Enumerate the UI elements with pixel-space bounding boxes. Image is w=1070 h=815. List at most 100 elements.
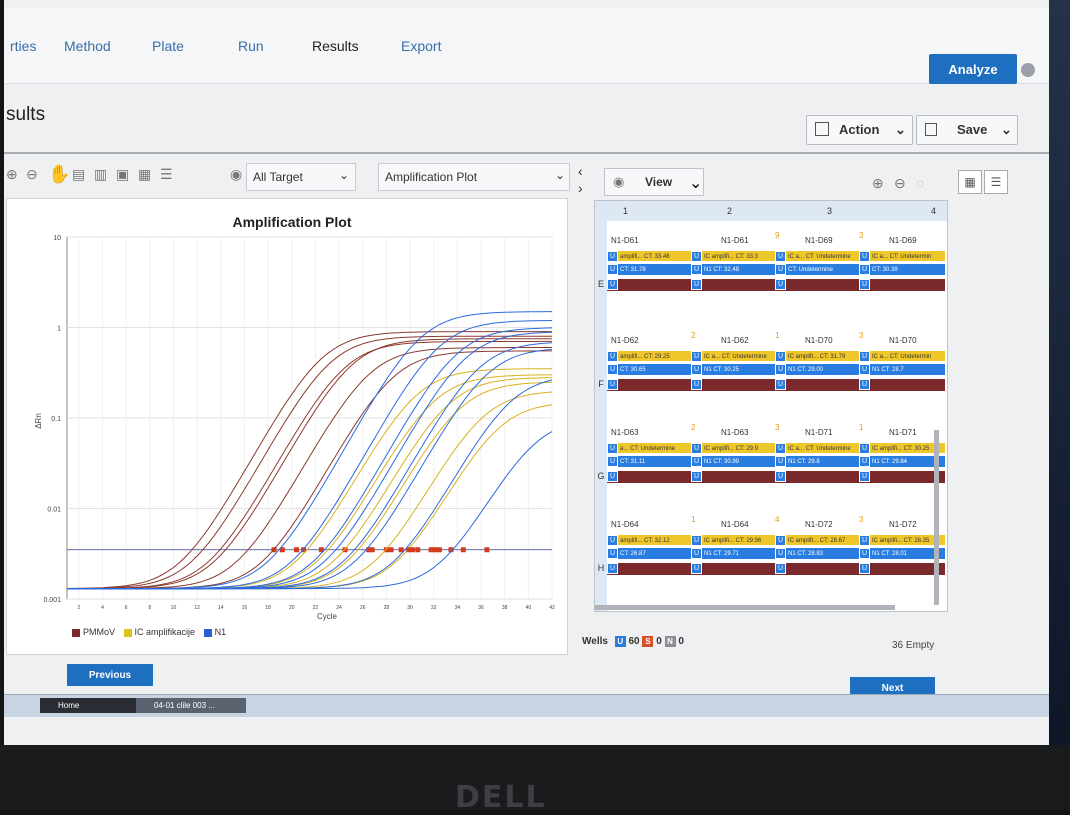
plate-well[interactable]: 1 N1-D70 U IC amplifi... CT: 31.79 U N1 CT: 2…	[775, 331, 865, 427]
tab-results[interactable]: Results	[312, 38, 359, 54]
x-tick-label: 18	[265, 605, 271, 611]
well-pmmov-result: U	[775, 563, 861, 575]
plate-well[interactable]: 1 N1-D64 U IC amplifi... CT: 29.96 U N1 CT: 2…	[691, 515, 781, 611]
settings-icon[interactable]	[1021, 63, 1035, 77]
n-badge: N	[664, 636, 676, 647]
well-sample-name: N1-D63	[721, 428, 749, 437]
plate-well[interactable]: 9 N1-D69 U IC a... CT: Undetermine U CT: Unde…	[775, 231, 865, 327]
plate-well[interactable]: 3 N1-D71 U IC a... CT: Undetermine U N1 CT: 2…	[775, 423, 865, 519]
amplification-plot[interactable]: 10 1 0.1 0.01 0.001 2 4 6 8 10 12 14 16 18 20 22 24 26 28 3…	[6, 198, 568, 655]
analyze-button[interactable]: Analyze	[929, 54, 1017, 84]
well-ic-result: U IC a... CT: Undetermine	[775, 251, 861, 261]
vertical-scrollbar[interactable]	[934, 430, 939, 605]
zoom-out-icon[interactable]: ⊖	[894, 175, 906, 192]
legend-n1: N1	[214, 627, 227, 637]
x-tick-label: 12	[194, 605, 200, 611]
action-button[interactable]: Action ⌄	[806, 115, 913, 145]
x-tick-label: 16	[242, 605, 248, 611]
header-divider	[4, 152, 1049, 154]
ct-marker	[460, 547, 466, 553]
pan-hand-icon[interactable]: ✋	[48, 165, 70, 183]
ct-marker	[293, 547, 299, 553]
zoom-in-icon[interactable]: ⊕	[6, 167, 21, 182]
well-sample-name: N1-D70	[805, 336, 833, 345]
well-pmmov-result: U	[859, 279, 945, 291]
plate-well[interactable]: 4 N1-D72 U IC amplifi... CT: 28.67 U N1 CT: 2…	[775, 515, 865, 611]
report-icon[interactable]: ▦	[138, 167, 153, 182]
u-badge: U	[691, 535, 702, 545]
tab-plate[interactable]: Plate	[152, 38, 184, 54]
tab-run[interactable]: Run	[238, 38, 264, 54]
ct-marker	[369, 547, 375, 553]
save-button[interactable]: Save ⌄	[916, 115, 1018, 145]
print-icon[interactable]: ▤	[72, 167, 87, 182]
well-ic-result: U IC amplifi... CT: 30.25	[859, 443, 945, 453]
chevron-down-icon: ⌄	[1001, 122, 1012, 137]
x-tick-label: 20	[289, 605, 295, 611]
u-badge: U	[775, 279, 786, 290]
list-view-icon[interactable]: ☰	[984, 170, 1008, 194]
u-badge: U	[775, 563, 786, 574]
u-badge: U	[691, 456, 702, 467]
well-ic-ct: IC amplifi... CT: 29.9	[704, 446, 759, 453]
copy-icon[interactable]: ▥	[94, 167, 109, 182]
u-badge: U	[607, 548, 618, 559]
plate-well[interactable]: N1-D63 Ua... CT: Undetermine U CT: 31.11 U	[607, 423, 697, 519]
tab-export[interactable]: Export	[401, 38, 441, 54]
y-tick-label: 0.001	[43, 597, 61, 604]
options-icon[interactable]: ☰	[160, 167, 175, 182]
tab-properties[interactable]: rties	[10, 38, 36, 54]
well-ic-ct: IC amplifi... CT: 33.3	[704, 254, 759, 261]
well-sample-name: N1-D62	[721, 336, 749, 345]
plate-well[interactable]: N1-D62 Uamplifi... CT: 29.25 U CT: 30.65 U	[607, 331, 697, 427]
well-n1-ct: CT: 30.39	[872, 267, 898, 274]
desktop-edge	[1049, 0, 1070, 760]
well-sample-name: N1-D63	[611, 428, 639, 437]
export-icon[interactable]: ▣	[116, 167, 131, 182]
previous-button[interactable]: Previous	[67, 664, 153, 686]
grid-view-icon[interactable]: ▦	[958, 170, 982, 194]
zoom-out-icon[interactable]: ⊖	[26, 167, 41, 182]
well-ic-ct: IC amplifi... CT: 28.35	[872, 538, 930, 545]
well-n1-result: U CT: Undetermine	[775, 264, 861, 275]
u-badge: U	[691, 548, 702, 559]
u-badge: U	[607, 563, 618, 574]
u-badge: U	[859, 548, 870, 559]
well-n1-ct: N1 CT: 29.8	[788, 459, 820, 466]
plot-legend: PMMoV IC amplifikacije N1	[66, 627, 226, 637]
horizontal-scrollbar[interactable]	[595, 605, 895, 610]
warning-icon: 1	[859, 423, 864, 432]
eye-icon[interactable]: ◉	[230, 167, 245, 182]
well-sample-name: N1-D62	[611, 336, 639, 345]
reset-icon[interactable]: ○	[916, 175, 924, 191]
taskbar-home[interactable]: Home	[40, 698, 150, 713]
plate-well[interactable]: N1-D61 U IC amplifi... CT: 33.3 U N1 CT: 32.…	[691, 231, 781, 327]
collapse-left-icon[interactable]: ‹	[578, 163, 583, 179]
view-button[interactable]: ◉ View ⌄	[604, 168, 704, 196]
plot-type-select[interactable]: Amplification Plot ⌄	[378, 163, 570, 191]
taskbar-window[interactable]: 04-01 clile 003 ...	[136, 698, 246, 713]
tab-method[interactable]: Method	[64, 38, 111, 54]
ct-marker	[388, 547, 394, 553]
x-tick-label: 38	[502, 605, 508, 611]
well-pmmov-result: U	[859, 471, 945, 483]
ct-marker	[484, 547, 490, 553]
plate-well[interactable]: N1-D64 Uamplifi... CT: 32.12 U CT: 26.87 U	[607, 515, 697, 611]
x-tick-label: 10	[171, 605, 177, 611]
well-ic-ct: IC amplifi... CT: 31.79	[788, 354, 846, 361]
save-icon	[925, 123, 937, 136]
well-sample-name: N1-D72	[889, 520, 917, 529]
target-select[interactable]: All Target ⌄	[246, 163, 356, 191]
well-pmmov-result: U	[691, 563, 777, 575]
plate-well[interactable]: 2 N1-D63 U IC amplifi... CT: 29.9 U N1 CT: 30…	[691, 423, 781, 519]
plate-well[interactable]: 3 N1-D70 U IC a... CT: Undetermin U N1 CT: 28…	[859, 331, 947, 427]
plate-view[interactable]: 1 2 3 4 E F G H N1-D61 Uamplifi... CT: 33…	[594, 200, 948, 612]
legend-swatch-n1	[203, 628, 212, 637]
wells-s-count: 0	[656, 636, 662, 647]
plate-well[interactable]: 2 N1-D62 U IC a... CT: Undetermine U N1 CT: 3…	[691, 331, 781, 427]
x-tick-label: 36	[478, 605, 484, 611]
zoom-in-icon[interactable]: ⊕	[872, 175, 884, 192]
plate-well[interactable]: N1-D61 Uamplifi... CT: 33.46 U CT: 31.78 U	[607, 231, 697, 327]
expand-right-icon[interactable]: ›	[578, 180, 583, 196]
plate-well[interactable]: 3 N1-D69 U IC a... CT: Undetermin U CT: 30.39…	[859, 231, 947, 327]
